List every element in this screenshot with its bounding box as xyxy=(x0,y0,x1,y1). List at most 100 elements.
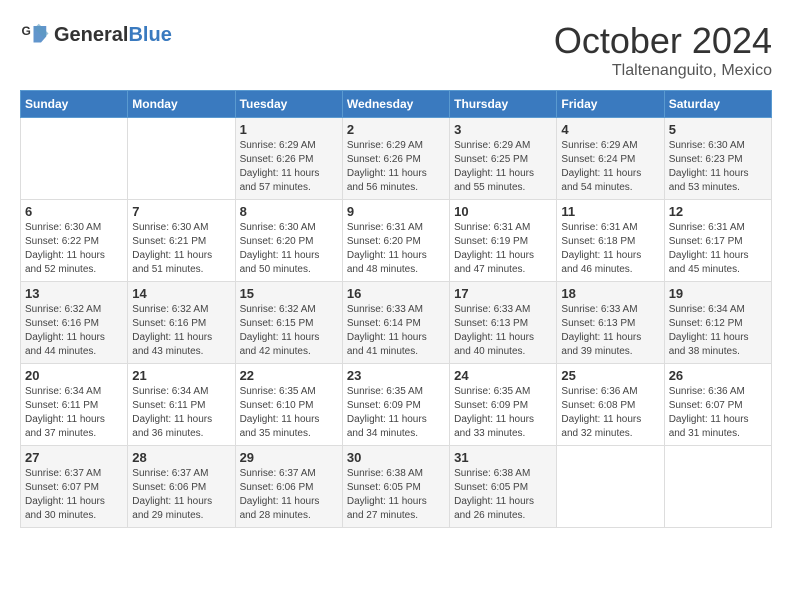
day-number: 17 xyxy=(454,286,552,301)
calendar-cell: 4 Sunrise: 6:29 AMSunset: 6:24 PMDaylight… xyxy=(557,118,664,200)
calendar-cell: 7 Sunrise: 6:30 AMSunset: 6:21 PMDaylight… xyxy=(128,200,235,282)
logo-text: General xyxy=(54,24,128,46)
calendar-cell: 25 Sunrise: 6:36 AMSunset: 6:08 PMDayligh… xyxy=(557,364,664,446)
header-sunday: Sunday xyxy=(21,91,128,118)
day-number: 8 xyxy=(240,204,338,219)
header-monday: Monday xyxy=(128,91,235,118)
day-number: 10 xyxy=(454,204,552,219)
day-number: 26 xyxy=(669,368,767,383)
calendar-cell: 9 Sunrise: 6:31 AMSunset: 6:20 PMDaylight… xyxy=(342,200,449,282)
header-thursday: Thursday xyxy=(450,91,557,118)
calendar-cell: 17 Sunrise: 6:33 AMSunset: 6:13 PMDayligh… xyxy=(450,282,557,364)
day-info: Sunrise: 6:36 AMSunset: 6:07 PMDaylight:… xyxy=(669,385,767,441)
calendar-cell xyxy=(664,446,771,528)
day-number: 24 xyxy=(454,368,552,383)
day-info: Sunrise: 6:29 AMSunset: 6:26 PMDaylight:… xyxy=(240,139,338,195)
calendar-cell: 5Sunrise: 6:30 AMSunset: 6:23 PMDaylight… xyxy=(664,118,771,200)
day-number: 9 xyxy=(347,204,445,219)
header-wednesday: Wednesday xyxy=(342,91,449,118)
day-info: Sunrise: 6:31 AMSunset: 6:17 PMDaylight:… xyxy=(669,221,767,277)
title-area: October 2024 Tlaltenanguito, Mexico xyxy=(554,20,772,80)
day-info: Sunrise: 6:29 AMSunset: 6:25 PMDaylight:… xyxy=(454,139,552,195)
page-header: G GeneralBlue October 2024 Tlaltenanguit… xyxy=(20,20,772,80)
calendar-cell: 2 Sunrise: 6:29 AMSunset: 6:26 PMDaylight… xyxy=(342,118,449,200)
day-number: 31 xyxy=(454,450,552,465)
calendar-cell xyxy=(21,118,128,200)
calendar-cell: 27 Sunrise: 6:37 AMSunset: 6:07 PMDayligh… xyxy=(21,446,128,528)
day-number: 7 xyxy=(132,204,230,219)
logo: G GeneralBlue xyxy=(20,20,172,50)
header-saturday: Saturday xyxy=(664,91,771,118)
day-number: 25 xyxy=(561,368,659,383)
day-number: 11 xyxy=(561,204,659,219)
day-info: Sunrise: 6:30 AMSunset: 6:20 PMDaylight:… xyxy=(240,221,338,277)
day-number: 12 xyxy=(669,204,767,219)
day-info: Sunrise: 6:35 AMSunset: 6:09 PMDaylight:… xyxy=(347,385,445,441)
day-info: Sunrise: 6:34 AMSunset: 6:11 PMDaylight:… xyxy=(132,385,230,441)
calendar-cell: 18 Sunrise: 6:33 AMSunset: 6:13 PMDayligh… xyxy=(557,282,664,364)
calendar-table: Sunday Monday Tuesday Wednesday Thursday… xyxy=(20,90,772,528)
day-info: Sunrise: 6:37 AMSunset: 6:07 PMDaylight:… xyxy=(25,467,123,523)
calendar-cell: 28 Sunrise: 6:37 AMSunset: 6:06 PMDayligh… xyxy=(128,446,235,528)
calendar-cell: 12 Sunrise: 6:31 AMSunset: 6:17 PMDayligh… xyxy=(664,200,771,282)
day-number: 30 xyxy=(347,450,445,465)
day-info: Sunrise: 6:33 AMSunset: 6:14 PMDaylight:… xyxy=(347,303,445,359)
day-info: Sunrise: 6:34 AMSunset: 6:11 PMDaylight:… xyxy=(25,385,123,441)
day-number: 27 xyxy=(25,450,123,465)
day-info: Sunrise: 6:29 AMSunset: 6:24 PMDaylight:… xyxy=(561,139,659,195)
calendar-cell: 23Sunrise: 6:35 AMSunset: 6:09 PMDayligh… xyxy=(342,364,449,446)
day-info: Sunrise: 6:35 AMSunset: 6:09 PMDaylight:… xyxy=(454,385,552,441)
day-info: Sunrise: 6:33 AMSunset: 6:13 PMDaylight:… xyxy=(454,303,552,359)
day-info: Sunrise: 6:32 AMSunset: 6:16 PMDaylight:… xyxy=(25,303,123,359)
calendar-row: 20Sunrise: 6:34 AMSunset: 6:11 PMDayligh… xyxy=(21,364,772,446)
calendar-cell: 1Sunrise: 6:29 AMSunset: 6:26 PMDaylight… xyxy=(235,118,342,200)
day-number: 22 xyxy=(240,368,338,383)
calendar-row: 1Sunrise: 6:29 AMSunset: 6:26 PMDaylight… xyxy=(21,118,772,200)
day-number: 28 xyxy=(132,450,230,465)
day-info: Sunrise: 6:30 AMSunset: 6:21 PMDaylight:… xyxy=(132,221,230,277)
logo-icon: G xyxy=(20,20,50,50)
day-number: 4 xyxy=(561,122,659,137)
calendar-cell: 31Sunrise: 6:38 AMSunset: 6:05 PMDayligh… xyxy=(450,446,557,528)
calendar-cell: 10Sunrise: 6:31 AMSunset: 6:19 PMDayligh… xyxy=(450,200,557,282)
day-info: Sunrise: 6:37 AMSunset: 6:06 PMDaylight:… xyxy=(132,467,230,523)
calendar-cell: 26 Sunrise: 6:36 AMSunset: 6:07 PMDayligh… xyxy=(664,364,771,446)
day-info: Sunrise: 6:33 AMSunset: 6:13 PMDaylight:… xyxy=(561,303,659,359)
calendar-cell: 24 Sunrise: 6:35 AMSunset: 6:09 PMDayligh… xyxy=(450,364,557,446)
calendar-cell: 19Sunrise: 6:34 AMSunset: 6:12 PMDayligh… xyxy=(664,282,771,364)
day-info: Sunrise: 6:31 AMSunset: 6:20 PMDaylight:… xyxy=(347,221,445,277)
calendar-cell: 14Sunrise: 6:32 AMSunset: 6:16 PMDayligh… xyxy=(128,282,235,364)
calendar-row: 13 Sunrise: 6:32 AMSunset: 6:16 PMDayligh… xyxy=(21,282,772,364)
month-title: October 2024 xyxy=(554,20,772,62)
day-info: Sunrise: 6:37 AMSunset: 6:06 PMDaylight:… xyxy=(240,467,338,523)
day-info: Sunrise: 6:35 AMSunset: 6:10 PMDaylight:… xyxy=(240,385,338,441)
day-number: 19 xyxy=(669,286,767,301)
calendar-cell xyxy=(557,446,664,528)
day-number: 3 xyxy=(454,122,552,137)
day-number: 21 xyxy=(132,368,230,383)
calendar-cell: 15 Sunrise: 6:32 AMSunset: 6:15 PMDayligh… xyxy=(235,282,342,364)
day-number: 6 xyxy=(25,204,123,219)
calendar-cell: 13 Sunrise: 6:32 AMSunset: 6:16 PMDayligh… xyxy=(21,282,128,364)
calendar-cell: 16 Sunrise: 6:33 AMSunset: 6:14 PMDayligh… xyxy=(342,282,449,364)
day-number: 18 xyxy=(561,286,659,301)
day-number: 2 xyxy=(347,122,445,137)
day-info: Sunrise: 6:29 AMSunset: 6:26 PMDaylight:… xyxy=(347,139,445,195)
day-info: Sunrise: 6:30 AMSunset: 6:23 PMDaylight:… xyxy=(669,139,767,195)
day-number: 16 xyxy=(347,286,445,301)
calendar-cell: 6 Sunrise: 6:30 AMSunset: 6:22 PMDaylight… xyxy=(21,200,128,282)
day-number: 15 xyxy=(240,286,338,301)
calendar-cell: 8 Sunrise: 6:30 AMSunset: 6:20 PMDaylight… xyxy=(235,200,342,282)
day-info: Sunrise: 6:36 AMSunset: 6:08 PMDaylight:… xyxy=(561,385,659,441)
day-info: Sunrise: 6:32 AMSunset: 6:15 PMDaylight:… xyxy=(240,303,338,359)
day-info: Sunrise: 6:30 AMSunset: 6:22 PMDaylight:… xyxy=(25,221,123,277)
calendar-row: 6 Sunrise: 6:30 AMSunset: 6:22 PMDaylight… xyxy=(21,200,772,282)
header-tuesday: Tuesday xyxy=(235,91,342,118)
day-number: 13 xyxy=(25,286,123,301)
calendar-cell: 30Sunrise: 6:38 AMSunset: 6:05 PMDayligh… xyxy=(342,446,449,528)
location-title: Tlaltenanguito, Mexico xyxy=(554,62,772,80)
calendar-cell xyxy=(128,118,235,200)
svg-text:G: G xyxy=(22,24,31,38)
logo-blue-text: Blue xyxy=(128,24,171,46)
calendar-header-row: Sunday Monday Tuesday Wednesday Thursday… xyxy=(21,91,772,118)
